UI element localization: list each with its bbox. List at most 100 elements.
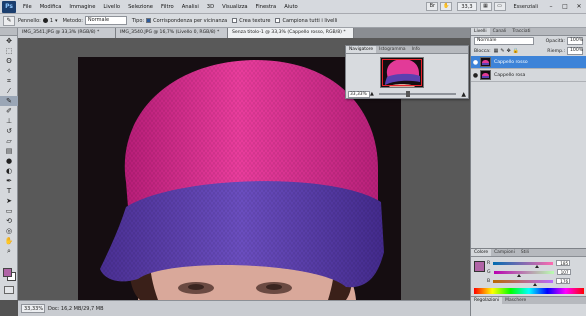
gradient-tool-icon[interactable]: ▤ (0, 146, 18, 156)
bridge-button[interactable]: Br (426, 2, 439, 11)
close-icon[interactable]: ✕ (572, 2, 586, 12)
color-foreground-swatch[interactable] (474, 261, 485, 272)
red-value[interactable]: 185 (556, 260, 571, 266)
navigator-thumbnail[interactable] (380, 57, 424, 88)
menu-file[interactable]: File (19, 4, 36, 10)
proximity-match-radio[interactable] (146, 18, 152, 23)
zoom-in-icon[interactable]: ▲ (461, 91, 466, 98)
lock-transparency-icon[interactable]: ▦ (494, 48, 499, 54)
menu-image[interactable]: Immagine (65, 4, 99, 10)
chevron-down-icon[interactable]: ▾ (55, 18, 58, 24)
layer-row-1[interactable]: ● Cappello rosso (471, 56, 586, 69)
sample-all-layers-checkbox[interactable] (275, 18, 281, 23)
move-tool-icon[interactable]: ✥ (0, 36, 18, 46)
quick-select-tool-icon[interactable]: ✧ (0, 66, 18, 76)
tab-paths[interactable]: Tracciati (509, 28, 533, 35)
menu-analysis[interactable]: Analisi (178, 4, 203, 10)
crop-tool-icon[interactable]: ⌗ (0, 76, 18, 86)
eyedropper-tool-icon[interactable]: ⁄ (0, 86, 18, 96)
green-slider[interactable] (493, 270, 554, 277)
menu-filter[interactable]: Filtro (157, 4, 178, 10)
shape-tool-icon[interactable]: ▭ (0, 206, 18, 216)
layer-row-2[interactable]: ● Cappello rosa (471, 69, 586, 82)
path-select-tool-icon[interactable]: ➤ (0, 196, 18, 206)
type-tool-icon[interactable]: T (0, 186, 18, 196)
blue-value[interactable]: 176 (556, 278, 571, 284)
status-doc-size[interactable]: Doc: 16,2 MB/29,7 MB (48, 306, 104, 312)
navigator-zoom-slider[interactable] (378, 91, 457, 97)
arrange-documents-button[interactable]: ▦ (479, 2, 492, 11)
tab-channels[interactable]: Canali (490, 28, 510, 35)
tab-swatches[interactable]: Campioni (491, 249, 518, 256)
hand-view-button[interactable]: ✋ (440, 2, 453, 11)
color-panel-tabs: Colore Campioni Stili (471, 249, 586, 257)
tab-masks[interactable]: Maschere (502, 297, 529, 304)
eye-icon[interactable]: ● (471, 72, 480, 79)
tab-adjustments[interactable]: Regolazioni (471, 297, 503, 304)
blue-slider[interactable] (493, 279, 554, 286)
lock-position-icon[interactable]: ✥ (507, 48, 511, 54)
workspace-switcher[interactable]: Essenziali (514, 4, 538, 10)
menu-window[interactable]: Finestra (252, 4, 281, 10)
color-spectrum[interactable] (474, 288, 584, 294)
lasso-tool-icon[interactable]: ʘ (0, 56, 18, 66)
mode-select[interactable]: Normale (84, 16, 127, 25)
menu-3d[interactable]: 3D (203, 4, 218, 10)
tab-layers[interactable]: Livelli (471, 28, 490, 35)
tab-info[interactable]: Info (409, 46, 423, 53)
zoom-level-field[interactable]: 33,3 (457, 2, 477, 11)
opacity-field[interactable]: 100% (567, 37, 583, 45)
brush-tool-icon[interactable]: ✐ (0, 106, 18, 116)
eye-icon[interactable]: ● (471, 59, 480, 66)
zoom-tool-icon[interactable]: ⌕ (0, 246, 18, 256)
tab-document-3[interactable]: Senza titolo-1 @ 33,3% (Cappello rosso, … (228, 28, 354, 38)
menu-view[interactable]: Visualizza (218, 4, 252, 10)
eraser-tool-icon[interactable]: ▱ (0, 136, 18, 146)
fill-field[interactable]: 100% (567, 47, 583, 55)
blue-slider-knob[interactable] (532, 282, 537, 286)
red-slider[interactable] (493, 261, 554, 268)
menu-select[interactable]: Selezione (124, 4, 157, 10)
spot-healing-brush-icon[interactable]: ✎ (3, 15, 15, 26)
tab-color[interactable]: Colore (471, 249, 492, 256)
blur-tool-icon[interactable]: ● (0, 156, 18, 166)
pen-tool-icon[interactable]: ✒ (0, 176, 18, 186)
minimize-icon[interactable]: – (544, 2, 558, 12)
menu-layer[interactable]: Livello (99, 4, 124, 10)
spot-healing-tool-icon[interactable]: ✎ (0, 96, 18, 106)
create-texture-radio[interactable] (232, 18, 238, 23)
tab-navigator[interactable]: Navigatore (346, 46, 377, 53)
status-zoom-field[interactable]: 33,33% (21, 304, 45, 313)
dodge-tool-icon[interactable]: ◐ (0, 166, 18, 176)
brush-size[interactable]: 1 (50, 18, 53, 24)
navigator-panel: Navigatore Istogramma Info 33,33% ▲ ▲ (345, 45, 469, 99)
history-brush-tool-icon[interactable]: ↺ (0, 126, 18, 136)
menu-help[interactable]: Aiuto (280, 4, 302, 10)
lock-pixels-icon[interactable]: ✎ (500, 48, 504, 54)
tab-document-2[interactable]: IMG_3540.JPG @ 16,7% (Livello 0, RGB/8) … (116, 28, 228, 38)
maximize-icon[interactable]: □ (558, 2, 572, 12)
green-value[interactable]: 107 (556, 269, 571, 275)
tab-styles[interactable]: Stili (518, 249, 532, 256)
navigator-zoom-knob[interactable] (405, 91, 410, 97)
navigator-zoom-field[interactable]: 33,33% (348, 90, 370, 98)
quick-mask-icon[interactable] (4, 286, 14, 294)
tools-grip[interactable] (0, 28, 17, 36)
lock-all-icon[interactable]: 🔒 (513, 48, 519, 54)
tab-histogram[interactable]: Istogramma (376, 46, 409, 53)
lock-label: Blocca: (474, 48, 491, 54)
screen-mode-button[interactable]: ▭ (493, 2, 506, 11)
clone-stamp-tool-icon[interactable]: ⊥ (0, 116, 18, 126)
zoom-out-icon[interactable]: ▲ (370, 91, 374, 97)
foreground-color-swatch[interactable] (3, 268, 12, 277)
marquee-tool-icon[interactable]: ⬚ (0, 46, 18, 56)
navigator-view-box[interactable] (382, 59, 422, 86)
opacity-label: Opacità: (545, 38, 565, 44)
blend-mode-select[interactable]: Normale (474, 37, 534, 45)
menu-edit[interactable]: Modifica (36, 4, 66, 10)
tab-document-1[interactable]: IMG_3541.JPG @ 33,3% (RGB/8) * (18, 28, 116, 38)
hand-tool-icon[interactable]: ✋ (0, 236, 18, 246)
3d-rotate-tool-icon[interactable]: ⟲ (0, 216, 18, 226)
3d-orbit-tool-icon[interactable]: ◎ (0, 226, 18, 236)
tools-panel: ✥ ⬚ ʘ ✧ ⌗ ⁄ ✎ ✐ ⊥ ↺ ▱ ▤ ● ◐ ✒ T ➤ ▭ ⟲ ◎ … (0, 28, 18, 300)
